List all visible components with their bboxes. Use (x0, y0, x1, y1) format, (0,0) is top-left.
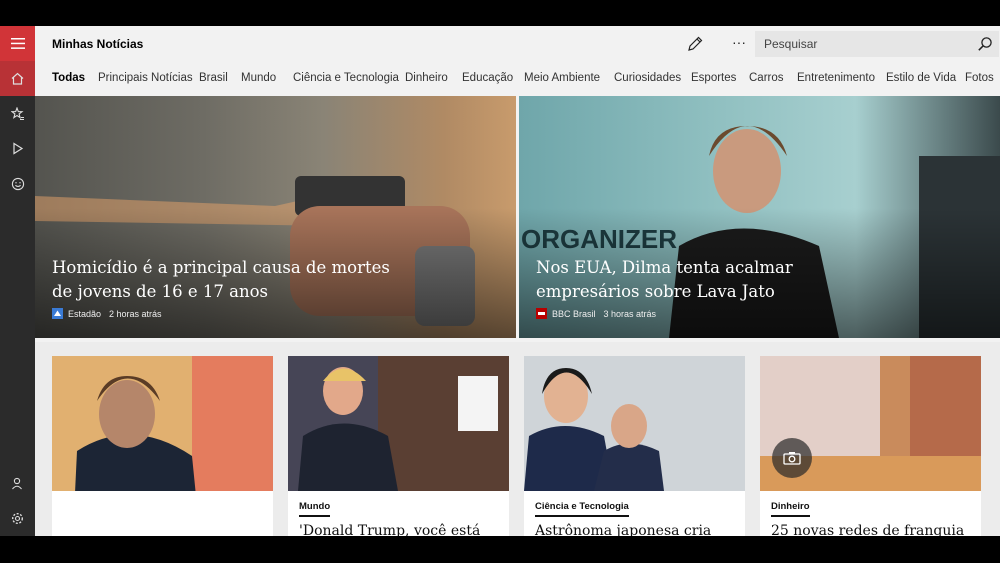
card-headline: Astrônoma japonesa cria (535, 523, 712, 536)
tab-estilo-de-vida[interactable]: Estilo de Vida (886, 72, 956, 84)
tab-educacao[interactable]: Educação (462, 72, 513, 84)
smiley-icon (11, 177, 24, 190)
card-category[interactable]: Dinheiro (771, 501, 810, 517)
hero-time: 3 horas atrás (603, 308, 657, 319)
video-button[interactable] (0, 131, 35, 166)
tab-dinheiro[interactable]: Dinheiro (405, 72, 448, 84)
tab-principais-noticias[interactable]: Principais Notícias (98, 72, 193, 84)
home-icon (11, 72, 24, 85)
tab-fotos[interactable]: Fotos (965, 72, 994, 84)
camera-icon (783, 452, 801, 465)
more-options-button[interactable]: ··· (729, 33, 749, 53)
hamburger-icon (10, 38, 25, 49)
hero-time: 2 horas atrás (109, 308, 162, 319)
gear-icon (11, 512, 24, 525)
hero-headline: Homicídio é a principal causa de mortes … (52, 258, 390, 301)
account-button[interactable] (0, 466, 35, 501)
nav-rail (0, 26, 35, 536)
hamburger-menu-button[interactable] (0, 26, 35, 61)
tab-meio-ambiente[interactable]: Meio Ambiente (524, 72, 600, 84)
bbc-logo-icon (536, 308, 547, 319)
card-image (52, 356, 273, 491)
search-button[interactable] (977, 36, 993, 57)
home-button[interactable] (0, 61, 35, 96)
estadao-logo-icon (52, 308, 63, 319)
story-card[interactable] (52, 356, 273, 536)
photo-gallery-badge (772, 438, 812, 478)
search-icon (978, 37, 992, 51)
hero-source-name: Estadão (68, 308, 102, 319)
story-card[interactable]: Mundo 'Donald Trump, você está (288, 356, 509, 536)
search-input[interactable] (755, 31, 965, 57)
card-headline: 'Donald Trump, você está (299, 523, 481, 536)
card-headline: 25 novas redes de franquia (771, 523, 965, 536)
card-category[interactable]: Mundo (299, 501, 331, 517)
tab-brasil[interactable]: Brasil (199, 72, 228, 84)
tab-todas[interactable]: Todas (52, 72, 85, 84)
category-tabs: Todas Principais Notícias Brasil Mundo C… (35, 66, 1000, 92)
pencil-icon (688, 36, 703, 51)
card-image (524, 356, 745, 491)
edit-button[interactable] (685, 34, 705, 54)
person-icon (12, 477, 22, 490)
app-window: Minhas Notícias ··· Todas Principais Not… (0, 26, 1000, 536)
play-icon (12, 142, 23, 155)
tab-esportes[interactable]: Esportes (691, 72, 736, 84)
story-cards: Mundo 'Donald Trump, você está Ciência e… (35, 342, 1000, 536)
favorites-button[interactable] (0, 96, 35, 131)
hero-source: BBC Brasil 3 horas atrás (536, 308, 656, 319)
card-category[interactable]: Ciência e Tecnologia (535, 501, 629, 517)
tab-carros[interactable]: Carros (749, 72, 784, 84)
star-list-icon (10, 106, 24, 120)
hero-source-name: BBC Brasil (552, 308, 596, 319)
search-box (755, 31, 999, 57)
interests-button[interactable] (0, 166, 35, 201)
tab-entretenimento[interactable]: Entretenimento (797, 72, 875, 84)
settings-button[interactable] (0, 501, 35, 536)
card-image (288, 356, 509, 491)
top-bar: Minhas Notícias ··· (35, 26, 1000, 62)
story-card[interactable]: Dinheiro 25 novas redes de franquia (760, 356, 981, 536)
tab-curiosidades[interactable]: Curiosidades (614, 72, 681, 84)
tab-mundo[interactable]: Mundo (241, 72, 276, 84)
hero-source: Estadão 2 horas atrás (52, 308, 162, 319)
tab-ciencia-e-tecnologia[interactable]: Ciência e Tecnologia (293, 72, 399, 84)
hero-headline: Nos EUA, Dilma tenta acalmar empresários… (536, 258, 793, 301)
hero-story-2[interactable]: ORGANIZER Nos EUA, Dilma tenta acalmar e… (519, 96, 1000, 338)
hero-story-1[interactable]: Homicídio é a principal causa de mortes … (35, 96, 516, 338)
story-card[interactable]: Ciência e Tecnologia Astrônoma japonesa … (524, 356, 745, 536)
app-title: Minhas Notícias (52, 37, 144, 51)
